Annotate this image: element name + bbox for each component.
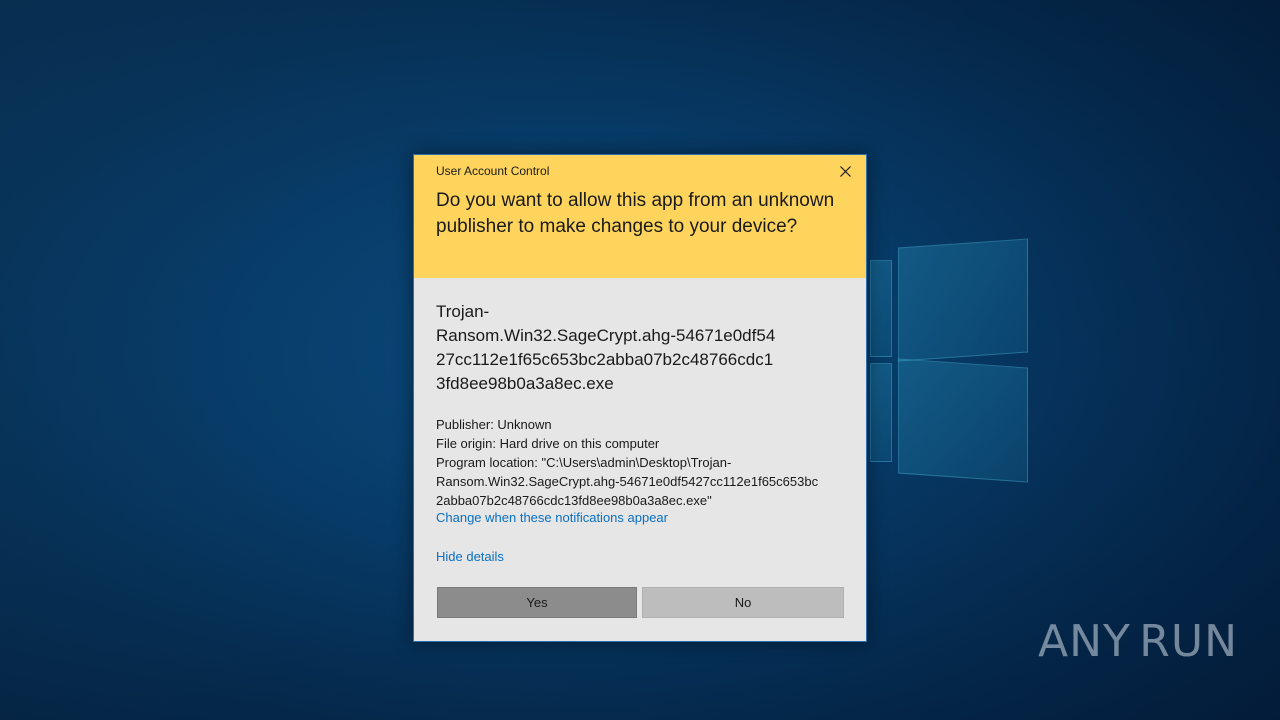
app-name: Trojan- Ransom.Win32.SageCrypt.ahg-54671… bbox=[436, 302, 776, 393]
hide-details-link[interactable]: Hide details bbox=[436, 549, 504, 564]
windows-logo-pane-bottom-right bbox=[898, 358, 1028, 483]
windows-logo-pane-bottom-left bbox=[870, 363, 892, 462]
uac-header: User Account Control Do you want to allo… bbox=[414, 155, 866, 278]
details-section: Publisher: Unknown File origin: Hard dri… bbox=[436, 415, 846, 510]
publisher-text: Publisher: Unknown bbox=[436, 417, 552, 432]
change-notifications-link[interactable]: Change when these notifications appear bbox=[436, 510, 668, 525]
program-location-text: Program location: "C:\Users\admin\Deskto… bbox=[436, 455, 819, 508]
yes-button[interactable]: Yes bbox=[437, 587, 637, 618]
close-icon bbox=[839, 165, 851, 177]
watermark-right-text: RUN bbox=[1139, 615, 1238, 667]
desktop-background: User Account Control Do you want to allo… bbox=[0, 0, 1280, 720]
no-button[interactable]: No bbox=[642, 587, 844, 618]
uac-question: Do you want to allow this app from an un… bbox=[436, 190, 835, 237]
windows-logo-pane-top-left bbox=[870, 260, 892, 357]
uac-dialog: User Account Control Do you want to allo… bbox=[413, 154, 867, 642]
watermark-left-text: ANY bbox=[1038, 615, 1131, 667]
dialog-title: User Account Control bbox=[436, 164, 550, 178]
file-origin-text: File origin: Hard drive on this computer bbox=[436, 436, 660, 451]
windows-logo-pane-top-right bbox=[898, 238, 1028, 362]
anyrun-watermark: ANY RUN bbox=[1038, 608, 1238, 674]
close-button[interactable] bbox=[832, 160, 858, 182]
